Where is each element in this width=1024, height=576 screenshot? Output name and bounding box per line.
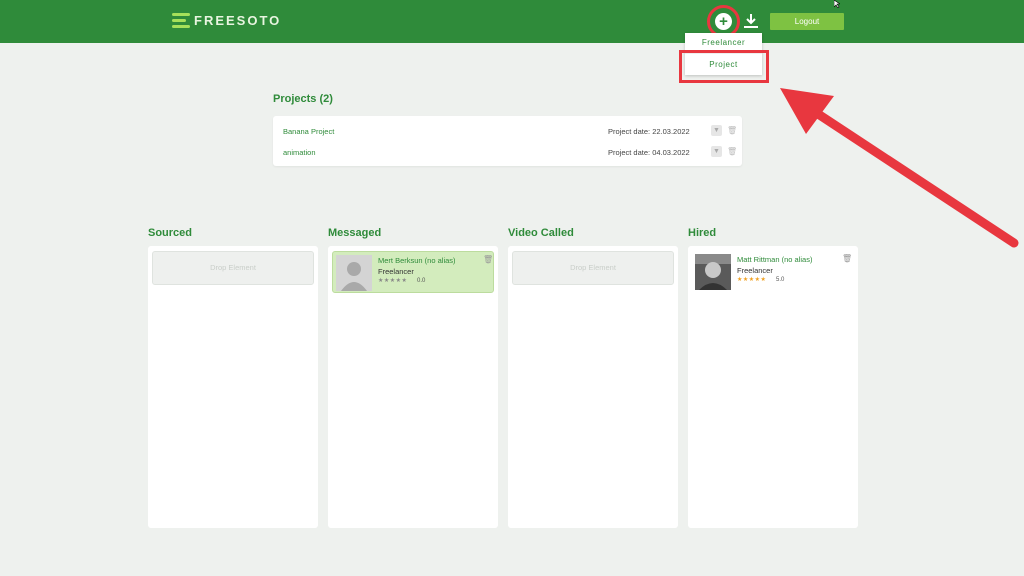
freelancer-card[interactable]: Mert Berksun (no alias) Freelancer ★★★★★… [332, 251, 494, 293]
menu-item-project[interactable]: Project [685, 53, 762, 75]
column-title-video-called: Video Called [508, 227, 574, 239]
projects-list: Banana Project Project date: 22.03.2022 … [273, 116, 742, 166]
download-button[interactable] [742, 12, 760, 30]
trash-icon[interactable]: 🗑 [483, 255, 493, 264]
rating-value: 5.0 [776, 277, 785, 283]
menu-item-freelancer[interactable]: Freelancer [685, 33, 762, 53]
project-name[interactable]: Banana Project [283, 127, 334, 136]
rating-value: 0.0 [417, 278, 426, 284]
avatar [336, 255, 372, 291]
project-row: animation Project date: 04.03.2022 ▼ 🗑 [273, 142, 742, 162]
logo-icon [172, 12, 190, 28]
column-video-called[interactable]: Drop Element [508, 246, 678, 528]
drop-zone[interactable]: Drop Element [152, 251, 314, 285]
logo-text: FREESOTO [194, 12, 282, 28]
filter-icon[interactable]: ▼ [711, 125, 722, 136]
freelancer-role: Freelancer [378, 267, 414, 276]
plus-icon: + [719, 13, 728, 30]
column-messaged[interactable]: Mert Berksun (no alias) Freelancer ★★★★★… [328, 246, 498, 528]
trash-icon[interactable]: 🗑 [727, 125, 737, 136]
logo[interactable]: FREESOTO [172, 12, 281, 28]
star-rating: ★★★★★ [737, 277, 767, 283]
projects-title: Projects (2) [273, 93, 333, 105]
logout-button[interactable]: Logout [770, 13, 844, 30]
mouse-cursor-icon [834, 0, 840, 8]
freelancer-card[interactable]: Matt Rittman (no alias) Freelancer ★★★★★… [692, 251, 854, 293]
drop-zone[interactable]: Drop Element [512, 251, 674, 285]
column-title-hired: Hired [688, 227, 717, 239]
project-date: Project date: 04.03.2022 [608, 148, 690, 157]
add-menu: Freelancer Project [685, 33, 762, 75]
project-date: Project date: 22.03.2022 [608, 127, 690, 136]
column-sourced[interactable]: Drop Element [148, 246, 318, 528]
avatar [695, 254, 731, 290]
trash-icon[interactable]: 🗑 [727, 146, 737, 157]
top-bar: FREESOTO + Logout [0, 0, 1024, 43]
column-hired[interactable]: Matt Rittman (no alias) Freelancer ★★★★★… [688, 246, 858, 528]
freelancer-name[interactable]: Mert Berksun (no alias) [378, 256, 456, 265]
add-button[interactable]: + [715, 13, 732, 30]
column-title-sourced: Sourced [148, 227, 193, 239]
project-row: Banana Project Project date: 22.03.2022 … [273, 121, 742, 141]
star-rating: ★★★★★ [378, 278, 408, 284]
project-name[interactable]: animation [283, 148, 316, 157]
filter-icon[interactable]: ▼ [711, 146, 722, 157]
freelancer-role: Freelancer [737, 266, 773, 275]
trash-icon[interactable]: 🗑 [842, 254, 852, 263]
download-icon [744, 14, 758, 28]
column-title-messaged: Messaged [328, 227, 382, 239]
freelancer-name[interactable]: Matt Rittman (no alias) [737, 255, 812, 264]
